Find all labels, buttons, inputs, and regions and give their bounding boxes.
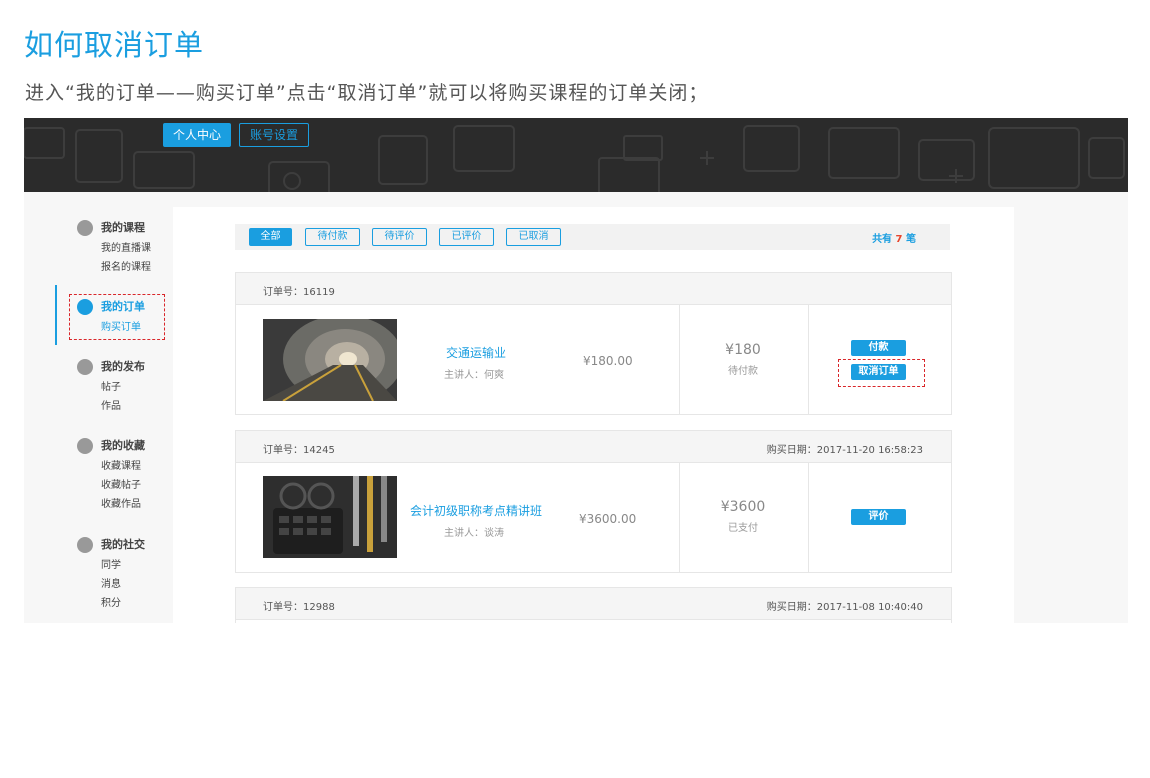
sidebar: 我的课程 我的直播课 报名的课程 我的订单 购买订单 我的发布 帖子 作品 我的… [55,206,173,623]
header-banner: 个人中心 账号设置 [24,118,1128,192]
filter-cancelled[interactable]: 已取消 [506,228,561,246]
course-teacher: 主讲人：何爽 [444,370,504,381]
pay-button[interactable]: 付款 [851,340,906,356]
course-price: ¥3600.00 [579,512,637,526]
filter-pending-review[interactable]: 待评价 [372,228,427,246]
order-header: 订单号：14245 购买日期：2017-11-20 16:58:23 [236,431,951,463]
sidebar-item-works[interactable]: 作品 [101,397,121,412]
send-icon [77,359,93,375]
order-header: 订单号：16119 [236,273,951,305]
sidebar-item-points[interactable]: 积分 [101,594,121,609]
course-name[interactable]: 会计初级职称考点精讲班 [410,502,542,519]
sidebar-item-fav-courses[interactable]: 收藏课程 [101,457,141,472]
course-thumbnail[interactable] [263,476,397,558]
divider [808,305,809,414]
sidebar-item-my-favorites[interactable]: 我的收藏 [101,437,145,453]
sidebar-item-messages[interactable]: 消息 [101,575,121,590]
filter-bar: 全部 待付款 待评价 已评价 已取消 共有 7 笔 [235,224,950,250]
divider [679,463,680,572]
order-status: 待付款 [728,366,758,377]
order-card: 订单号：12988 购买日期：2017-11-08 10:40:40 [235,587,952,623]
star-icon [77,438,93,454]
review-button[interactable]: 评价 [851,509,906,525]
total-suffix: 笔 [906,234,916,245]
sidebar-item-my-posts[interactable]: 我的发布 [101,358,145,374]
highlight-sidebar-orders [69,294,165,340]
orders-panel: 全部 待付款 待评价 已评价 已取消 共有 7 笔 订单号：16119 交通运输… [173,207,1014,623]
order-date: 购买日期：2017-11-08 10:40:40 [766,602,923,613]
order-status: 已支付 [728,523,758,534]
total-prefix: 共有 [872,234,893,245]
sidebar-item-my-courses[interactable]: 我的课程 [101,219,145,235]
order-number: 订单号：16119 [263,287,335,298]
order-amount: ¥180 [725,342,761,358]
order-total: 共有 7 笔 [872,230,916,245]
filter-reviewed[interactable]: 已评价 [439,228,494,246]
sidebar-item-threads[interactable]: 帖子 [101,378,121,393]
order-card: 订单号：16119 交通运输业 主讲人：何爽 ¥180.00 ¥180 待付款 [235,272,952,415]
order-number: 订单号：12988 [263,602,335,613]
order-number: 订单号：14245 [263,445,335,456]
order-date: 购买日期：2017-11-20 16:58:23 [766,445,923,456]
order-card: 订单号：14245 购买日期：2017-11-20 16:58:23 会计初级职… [235,430,952,573]
sidebar-item-live-courses[interactable]: 我的直播课 [101,239,151,254]
divider [679,305,680,414]
filter-pending-payment[interactable]: 待付款 [305,228,360,246]
course-price: ¥180.00 [583,354,633,368]
help-title: 如何取消订单 [24,28,205,62]
divider [808,463,809,572]
course-teacher: 主讲人：谈涛 [444,528,504,539]
sidebar-item-fav-threads[interactable]: 收藏帖子 [101,476,141,491]
course-name[interactable]: 交通运输业 [446,344,506,361]
highlight-cancel-order [838,359,925,387]
order-header: 订单号：12988 购买日期：2017-11-08 10:40:40 [236,588,951,620]
book-icon [77,220,93,236]
order-amount: ¥3600 [720,499,766,515]
course-thumbnail[interactable] [263,319,397,401]
screenshot-panel: 个人中心 账号设置 我的课程 我的直播课 报名的课程 我的订单 购买订单 我的发… [24,118,1128,623]
chat-icon [77,537,93,553]
sidebar-item-fav-works[interactable]: 收藏作品 [101,495,141,510]
tab-account-settings[interactable]: 账号设置 [239,123,309,147]
sidebar-item-classmates[interactable]: 同学 [101,556,121,571]
filter-all[interactable]: 全部 [249,228,292,246]
total-count: 7 [895,234,903,245]
sidebar-item-my-social[interactable]: 我的社交 [101,536,145,552]
sidebar-item-enrolled-courses[interactable]: 报名的课程 [101,258,151,273]
help-description: 进入“我的订单——购买订单”点击“取消订单”就可以将购买课程的订单关闭； [25,82,709,104]
tab-personal-center[interactable]: 个人中心 [163,123,231,147]
